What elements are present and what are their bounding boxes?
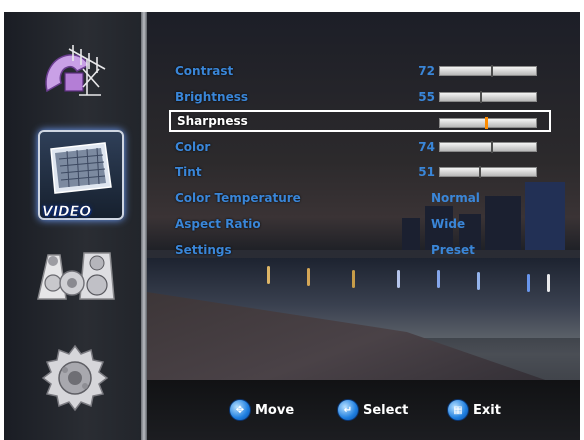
row-label: Color Temperature	[175, 191, 301, 205]
row-value: 74	[418, 140, 435, 154]
row-option-value: Wide	[431, 217, 466, 231]
dpad-move-icon: ✥	[229, 399, 251, 421]
row-value: 72	[418, 64, 435, 78]
select-hint: ↵ Select	[337, 398, 408, 422]
row-label: Contrast	[175, 64, 234, 78]
slider-marker[interactable]	[491, 141, 493, 153]
brightness-slider[interactable]	[439, 91, 537, 103]
row-value: 55	[418, 90, 435, 104]
exit-hint: ▦ Exit	[447, 398, 501, 422]
row-label: Aspect Ratio	[175, 217, 261, 231]
move-hint: ✥ Move	[229, 398, 294, 422]
slider-marker[interactable]	[485, 117, 488, 129]
menu-row-aspect-ratio[interactable]: Aspect Ratio Wide	[169, 213, 549, 235]
row-label: Tint	[175, 165, 202, 179]
tint-slider[interactable]	[439, 166, 537, 178]
color-slider[interactable]	[439, 141, 537, 153]
row-label: Color	[175, 140, 211, 154]
row-value: 51	[418, 165, 435, 179]
select-label: Select	[363, 402, 409, 418]
menu-exit-icon: ▦	[447, 399, 469, 421]
row-label: Settings	[175, 243, 232, 257]
slider-marker[interactable]	[480, 91, 482, 103]
exit-label: Exit	[473, 402, 501, 418]
move-label: Move	[255, 402, 295, 418]
menu-row-color-temperature[interactable]: Color Temperature Normal	[169, 187, 549, 209]
footer-hint-bar: ✥ Move ↵ Select ▦ Exit	[147, 380, 580, 440]
menu-row-settings[interactable]: Settings Preset	[169, 239, 549, 261]
sharpness-slider[interactable]	[439, 117, 537, 129]
menu-row-brightness[interactable]: Brightness 55	[169, 86, 549, 108]
menu-row-tint[interactable]: Tint 51	[169, 161, 549, 183]
row-option-value: Preset	[431, 243, 475, 257]
menu-row-sharpness[interactable]: Sharpness	[169, 110, 551, 132]
row-label: Sharpness	[177, 114, 248, 128]
enter-select-icon: ↵	[337, 399, 359, 421]
tv-osd-screen: VIDEO Contrast 72 Brightness 55 Sharpnes…	[4, 12, 580, 440]
row-option-value: Normal	[431, 191, 480, 205]
menu-row-color[interactable]: Color 74	[169, 136, 549, 158]
row-label: Brightness	[175, 90, 249, 104]
video-settings-menu: Contrast 72 Brightness 55 Sharpness Colo…	[4, 12, 580, 440]
slider-marker[interactable]	[491, 65, 493, 77]
slider-marker[interactable]	[479, 166, 481, 178]
contrast-slider[interactable]	[439, 65, 537, 77]
menu-row-contrast[interactable]: Contrast 72	[169, 60, 549, 82]
